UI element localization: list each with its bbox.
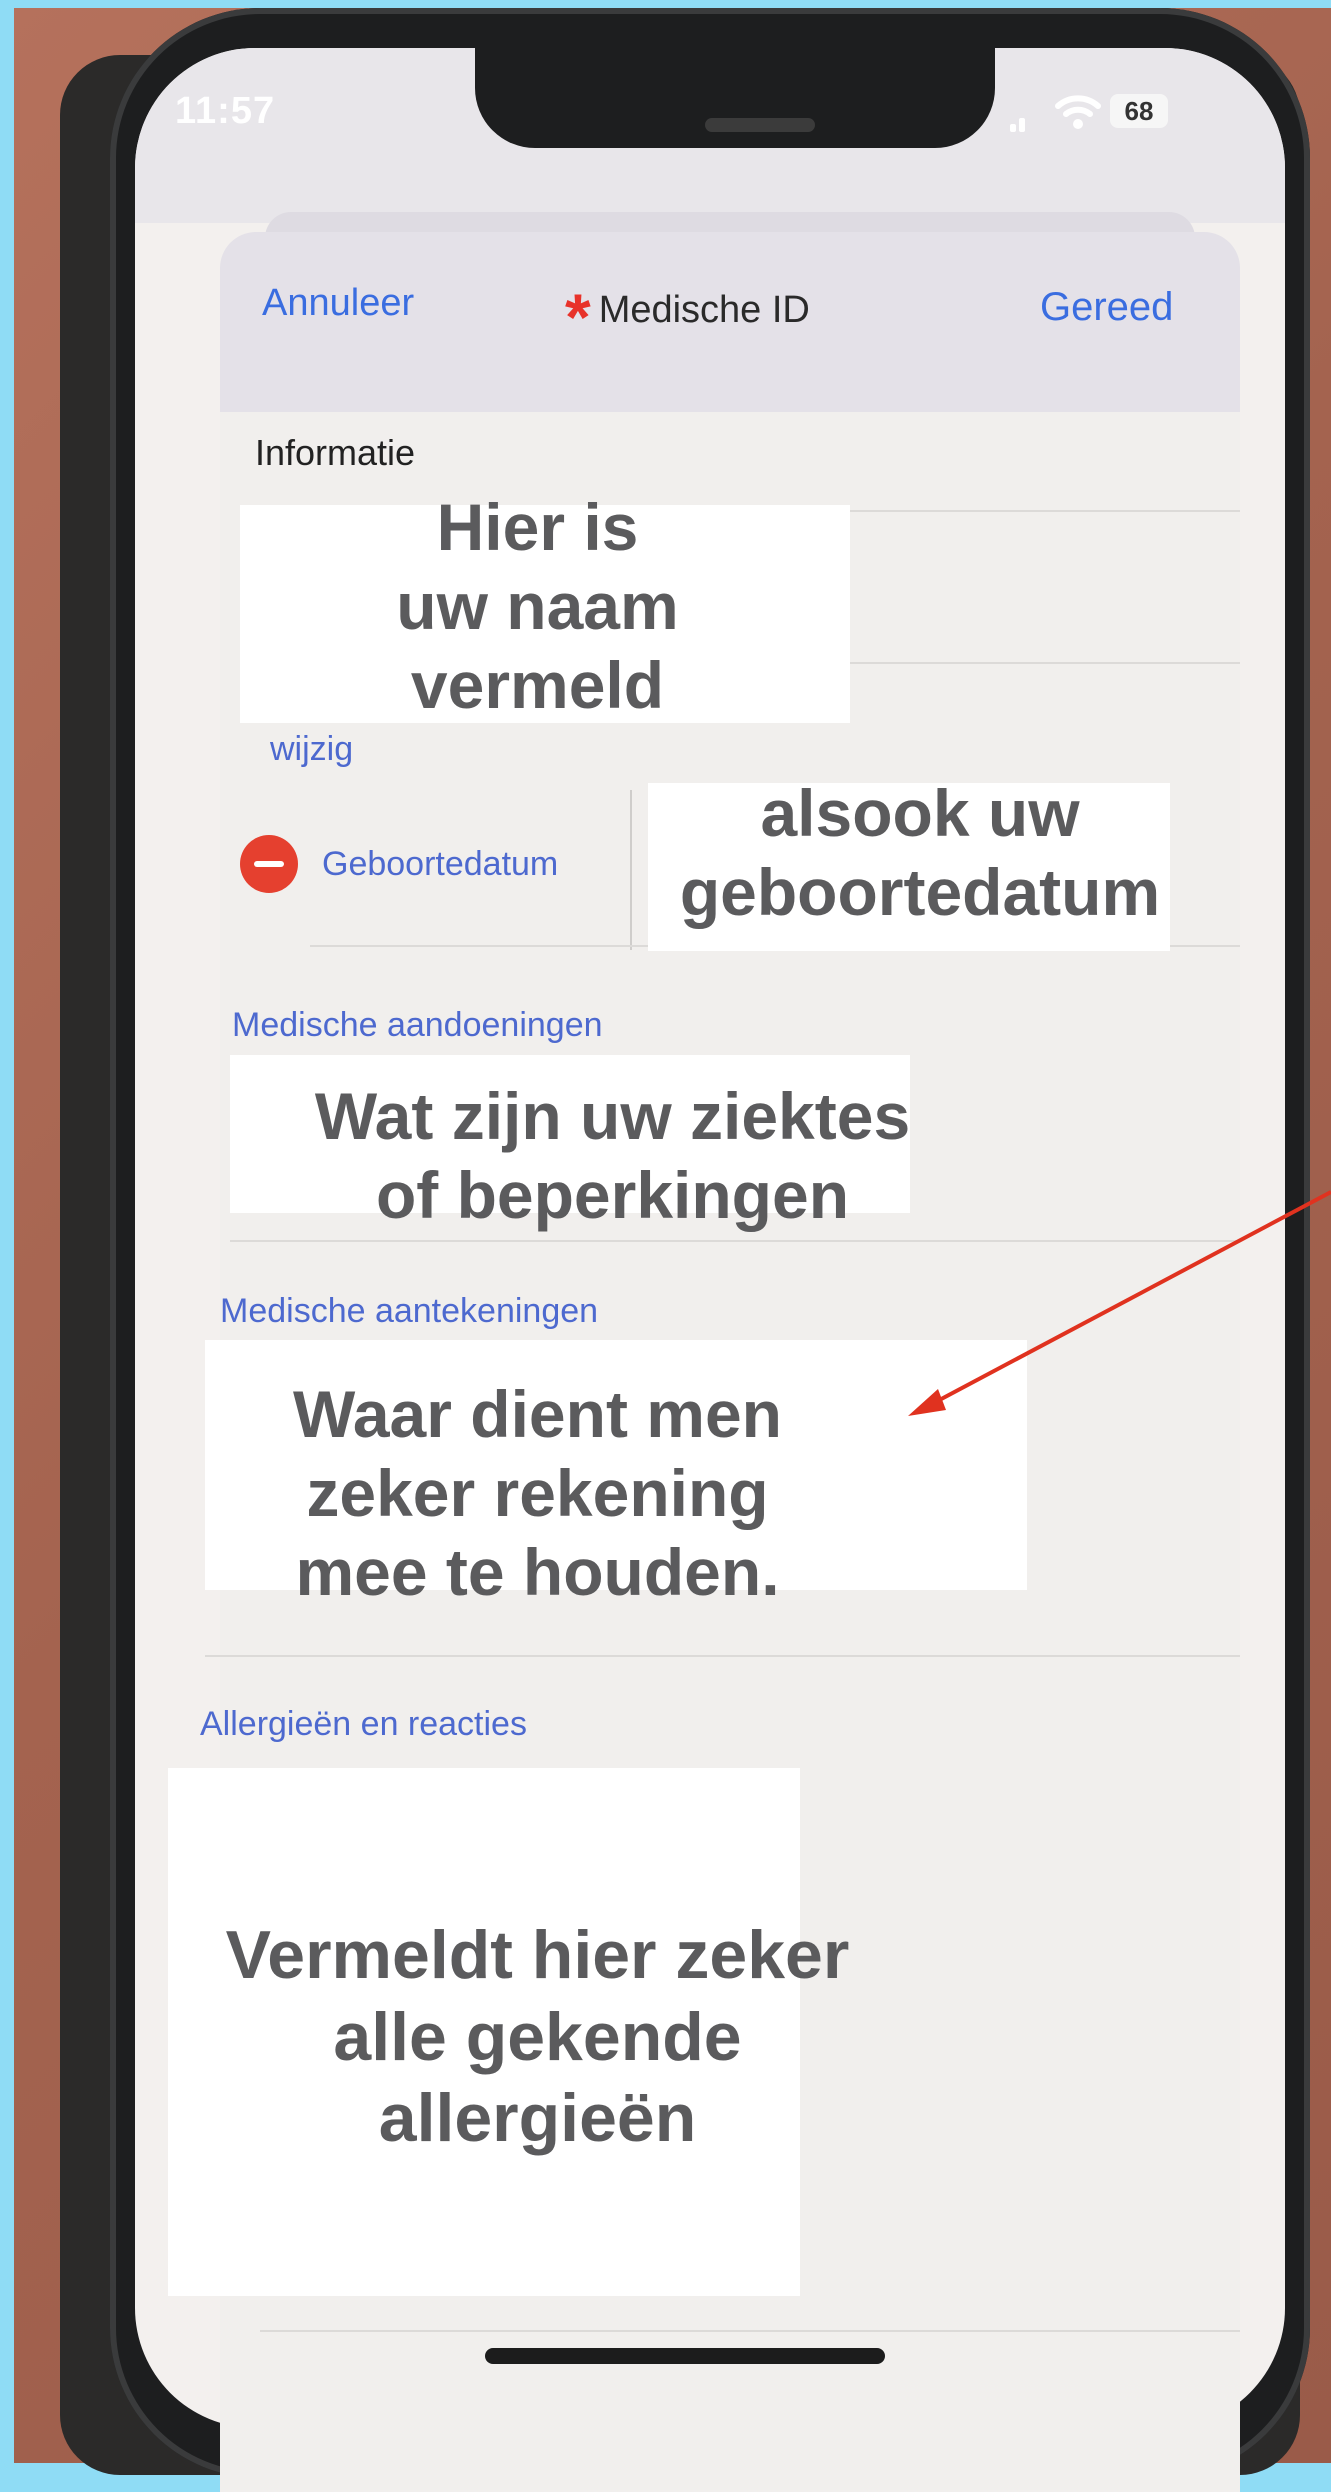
annotation-conditions: Wat zijn uw ziektes of beperkingen (314, 1079, 911, 1233)
done-button[interactable]: Gereed (1040, 285, 1173, 330)
earpiece (705, 118, 815, 132)
divider (205, 1655, 1240, 1657)
page-title: * Medische ID (565, 280, 810, 354)
remove-icon[interactable] (240, 835, 298, 893)
section-header-informatie: Informatie (255, 432, 416, 473)
notch (475, 48, 995, 148)
asterisk-icon: * (565, 280, 591, 354)
edit-photo-link[interactable]: wijzig (270, 730, 353, 769)
battery-icon: 68 (1110, 94, 1168, 128)
cancel-button[interactable]: Annuleer (262, 282, 414, 325)
divider (850, 662, 1240, 664)
annotation-allergies: Vermeldt hier zeker alle gekende allergi… (225, 1917, 850, 2157)
section-header-notes: Medische aantekeningen (220, 1292, 599, 1330)
annotation-notes: Waar dient men zeker rekening mee te hou… (293, 1377, 782, 1610)
signal-icon (1010, 110, 1032, 132)
annotation-name: Hier is uw naam vermeld (396, 490, 679, 723)
page-title-text: Medische ID (598, 288, 810, 331)
divider (230, 1240, 1240, 1242)
status-time: 11:57 (175, 90, 276, 132)
section-header-conditions: Medische aandoeningen (232, 1006, 603, 1044)
wifi-icon (1055, 95, 1101, 129)
birthdate-label: Geboortedatum (322, 845, 559, 883)
section-header-allergies: Allergieën en reacties (200, 1705, 527, 1743)
home-indicator[interactable] (485, 2348, 885, 2364)
annotation-birthdate: alsook uw geboortedatum (679, 776, 1161, 930)
divider (260, 2330, 1240, 2332)
